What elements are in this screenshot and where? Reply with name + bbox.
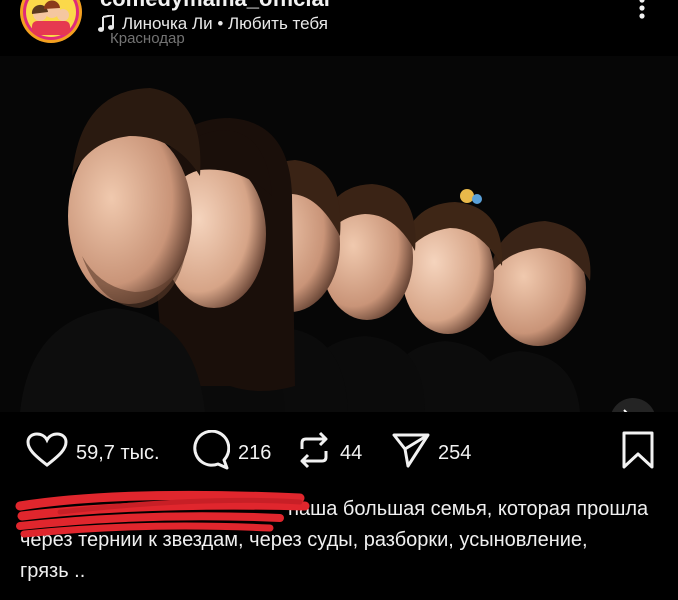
share-button[interactable]: 254	[392, 430, 471, 476]
location-label[interactable]: Краснодар	[110, 30, 185, 47]
family-portrait-image	[0, 56, 678, 412]
reposts-count[interactable]: 44	[340, 442, 362, 465]
like-button[interactable]: 59,7 тыс.	[26, 430, 160, 476]
post-caption: наша большая семья, которая прошла через…	[20, 494, 660, 587]
comment-button[interactable]: 216	[190, 429, 271, 476]
comments-count[interactable]: 216	[238, 442, 271, 465]
caption-line-3: грязь ..	[20, 560, 86, 582]
caption-line-1: наша большая семья, которая прошла	[288, 498, 649, 520]
caption-line-2: через тернии к звездам, через суды, разб…	[20, 529, 588, 551]
mute-speaker-icon	[622, 408, 644, 412]
likes-count[interactable]: 59,7 тыс.	[76, 442, 160, 465]
bookmark-icon	[620, 431, 656, 474]
save-button[interactable]	[620, 430, 656, 475]
repost-button[interactable]: 44	[296, 430, 362, 476]
post-header: comedymama_official Линочка Ли • Любить …	[0, 0, 678, 56]
heart-icon	[26, 432, 68, 474]
shares-count[interactable]: 254	[438, 442, 471, 465]
username[interactable]: comedymama_official	[100, 0, 330, 12]
send-paper-plane-icon	[392, 432, 430, 474]
post-photo[interactable]	[0, 56, 678, 412]
action-bar: 59,7 тыс. 216 44 254	[0, 429, 678, 476]
profile-avatar[interactable]	[18, 0, 84, 44]
repost-icon	[296, 431, 332, 475]
comment-bubble-icon	[190, 429, 231, 476]
more-vertical-icon[interactable]	[636, 0, 648, 24]
